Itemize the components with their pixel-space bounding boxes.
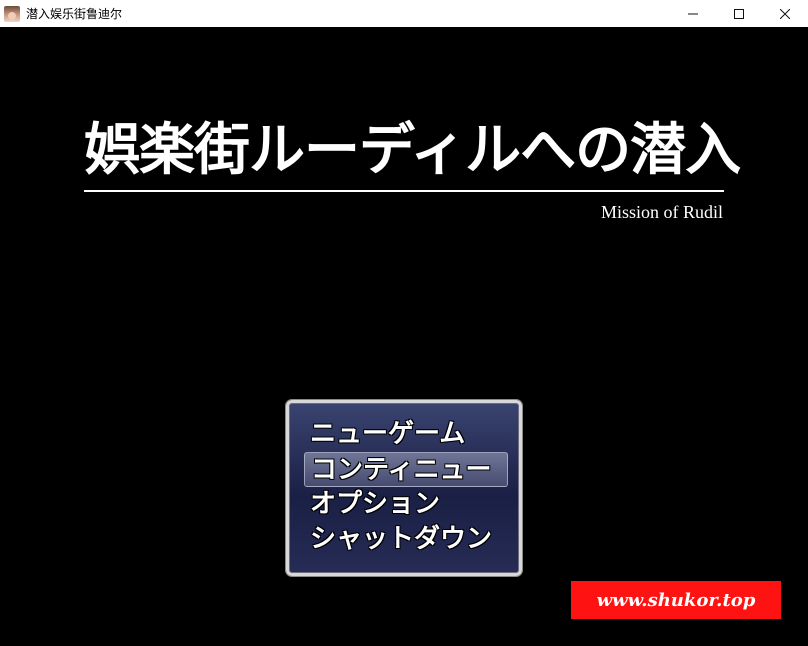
- menu-item-new-game[interactable]: ニューゲーム: [303, 417, 509, 452]
- minimize-button[interactable]: [670, 0, 716, 27]
- menu-item-shutdown[interactable]: シャットダウン: [303, 522, 509, 557]
- window-controls: [670, 0, 808, 27]
- maximize-button[interactable]: [716, 0, 762, 27]
- menu-item-options[interactable]: オプション: [303, 487, 509, 522]
- game-screen: 娯楽街ルーディルへの潜入 Mission of Rudil ニューゲーム コンテ…: [0, 27, 808, 646]
- maximize-icon: [734, 8, 744, 19]
- game-window: 潜入娱乐街鲁迪尔 娯楽街ルーディルへの潜入 Mission of Rudil ニ…: [0, 0, 808, 646]
- window-title: 潜入娱乐街鲁迪尔: [26, 7, 123, 21]
- menu-list: ニューゲーム コンティニュー オプション シャットダウン: [303, 417, 509, 557]
- close-icon: [780, 8, 790, 19]
- menu-item-continue[interactable]: コンティニュー: [304, 452, 508, 487]
- watermark-banner: www.shukor.top: [571, 581, 781, 619]
- title-bar[interactable]: 潜入娱乐街鲁迪尔: [0, 0, 808, 27]
- game-subtitle: Mission of Rudil: [600, 202, 723, 222]
- minimize-icon: [688, 13, 698, 14]
- game-title: 娯楽街ルーディルへの潜入: [84, 117, 741, 183]
- title-underline: [84, 190, 724, 192]
- close-button[interactable]: [762, 0, 808, 27]
- app-icon: [4, 5, 20, 22]
- title-menu: ニューゲーム コンティニュー オプション シャットダウン: [286, 400, 522, 576]
